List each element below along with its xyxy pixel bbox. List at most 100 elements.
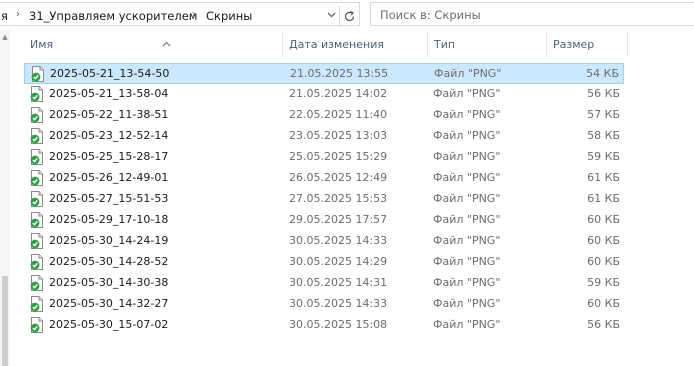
file-row[interactable]: 2025-05-26_12-49-01 26.05.2025 12:49 Файл … [24, 168, 624, 189]
file-row[interactable]: 2025-05-25_15-28-17 25.05.2025 15:29 Файл … [24, 147, 624, 168]
file-row[interactable]: 2025-05-21_13-58-04 21.05.2025 14:02 Файл … [24, 84, 624, 105]
file-date-modified: 30.05.2025 14:33 [289, 297, 388, 310]
png-file-icon [30, 275, 44, 291]
column-header-name-label: Имя [30, 38, 54, 51]
file-size: 59 КБ [587, 276, 620, 289]
file-date-modified: 30.05.2025 15:08 [289, 318, 388, 331]
file-type: Файл "PNG" [433, 297, 501, 310]
file-name: 2025-05-22_11-38-51 [49, 108, 169, 121]
column-divider[interactable] [627, 33, 628, 57]
file-date-modified: 30.05.2025 14:31 [289, 276, 388, 289]
sort-ascending-icon [162, 29, 171, 59]
column-header-type-label: Тип [434, 38, 456, 51]
png-file-icon [30, 233, 44, 249]
file-size: 56 КБ [587, 87, 620, 100]
file-row[interactable]: 2025-05-23_12-52-14 23.05.2025 13:03 Файл … [24, 126, 624, 147]
file-type: Файл "PNG" [433, 108, 501, 121]
file-date-modified: 21.05.2025 13:55 [290, 67, 389, 80]
file-date-modified: 22.05.2025 11:40 [289, 108, 388, 121]
file-type: Файл "PNG" [433, 171, 501, 184]
file-date-modified: 25.05.2025 15:29 [289, 150, 388, 163]
png-file-icon [30, 212, 44, 228]
column-header-type[interactable]: Тип [428, 30, 546, 60]
file-type: Файл "PNG" [433, 255, 501, 268]
file-row[interactable]: 2025-05-29_17-10-18 29.05.2025 17:57 Файл … [24, 210, 624, 231]
file-name: 2025-05-21_13-58-04 [49, 87, 169, 100]
column-header-size[interactable]: Размер [547, 30, 627, 60]
file-type: Файл "PNG" [433, 150, 501, 163]
file-size: 60 КБ [587, 213, 620, 226]
file-type: Файл "PNG" [433, 276, 501, 289]
png-file-icon [30, 296, 44, 312]
file-row[interactable]: 2025-05-21_13-54-50 21.05.2025 13:55 Файл … [24, 63, 624, 84]
file-row[interactable]: 2025-05-30_14-24-19 30.05.2025 14:33 Файл … [24, 231, 624, 252]
png-file-icon [30, 170, 44, 186]
refresh-icon[interactable] [339, 6, 358, 27]
column-header-name[interactable]: Имя [24, 30, 282, 60]
file-type: Файл "PNG" [434, 67, 502, 80]
file-row[interactable]: 2025-05-22_11-38-51 22.05.2025 11:40 Файл … [24, 105, 624, 126]
file-date-modified: 30.05.2025 14:33 [289, 234, 388, 247]
file-type: Файл "PNG" [433, 192, 501, 205]
file-name: 2025-05-30_14-24-19 [49, 234, 169, 247]
file-name: 2025-05-25_15-28-17 [49, 150, 169, 163]
file-name: 2025-05-30_14-28-52 [49, 255, 169, 268]
png-file-icon [30, 317, 44, 333]
file-name: 2025-05-23_12-52-14 [49, 129, 169, 142]
address-bar: я › 31_Управляем ускорителем › Скрины По… [0, 0, 694, 30]
file-date-modified: 27.05.2025 15:53 [289, 192, 388, 205]
file-size: 56 КБ [587, 318, 620, 331]
file-type: Файл "PNG" [433, 234, 501, 247]
file-size: 54 КБ [586, 67, 619, 80]
file-size: 60 КБ [587, 255, 620, 268]
column-header-date-label: Дата изменения [289, 38, 384, 51]
file-name: 2025-05-30_15-07-02 [49, 318, 169, 331]
file-date-modified: 26.05.2025 12:49 [289, 171, 388, 184]
file-type: Файл "PNG" [433, 213, 501, 226]
column-header-row: Имя Дата изменения Тип Размер [10, 30, 694, 60]
file-row[interactable]: 2025-05-30_14-28-52 30.05.2025 14:29 Файл … [24, 252, 624, 273]
file-size: 57 КБ [587, 108, 620, 121]
file-row[interactable]: 2025-05-30_15-07-02 30.05.2025 15:08 Файл … [24, 315, 624, 336]
column-header-size-label: Размер [553, 38, 595, 51]
search-placeholder: Поиск в: Скрины [380, 8, 481, 22]
breadcrumb-folder[interactable]: 31_Управляем ускорителем [29, 9, 197, 23]
breadcrumb-separator-icon[interactable]: › [16, 9, 20, 20]
chevron-down-icon[interactable] [324, 7, 338, 25]
breadcrumb-current[interactable]: Скрины [206, 9, 252, 23]
file-name: 2025-05-21_13-54-50 [50, 67, 170, 80]
address-box[interactable]: я › 31_Управляем ускорителем › Скрины [0, 2, 360, 27]
file-name: 2025-05-27_15-51-53 [49, 192, 169, 205]
file-date-modified: 23.05.2025 13:03 [289, 129, 388, 142]
breadcrumb-parent[interactable]: я [1, 9, 8, 23]
file-name: 2025-05-30_14-30-38 [49, 276, 169, 289]
file-name: 2025-05-26_12-49-01 [49, 171, 169, 184]
breadcrumb-separator-icon[interactable]: › [192, 9, 196, 20]
file-row[interactable]: 2025-05-27_15-51-53 27.05.2025 15:53 Файл … [24, 189, 624, 210]
scroll-up-icon[interactable]: ▲ [1, 33, 9, 41]
file-type: Файл "PNG" [433, 129, 501, 142]
file-row[interactable]: 2025-05-30_14-32-27 30.05.2025 14:33 Файл … [24, 294, 624, 315]
file-name: 2025-05-29_17-10-18 [49, 213, 169, 226]
file-date-modified: 21.05.2025 14:02 [289, 87, 388, 100]
scrollbar-thumb[interactable] [2, 276, 8, 366]
file-size: 58 КБ [587, 129, 620, 142]
file-name: 2025-05-30_14-32-27 [49, 297, 169, 310]
png-file-icon [30, 107, 44, 123]
file-type: Файл "PNG" [433, 318, 501, 331]
png-file-icon [30, 149, 44, 165]
file-row[interactable]: 2025-05-30_14-30-38 30.05.2025 14:31 Файл … [24, 273, 624, 294]
file-date-modified: 30.05.2025 14:29 [289, 255, 388, 268]
png-file-icon [30, 191, 44, 207]
file-size: 61 КБ [587, 171, 620, 184]
file-type: Файл "PNG" [433, 87, 501, 100]
file-size: 59 КБ [587, 150, 620, 163]
png-file-icon [30, 254, 44, 270]
search-input[interactable]: Поиск в: Скрины [370, 2, 694, 26]
navigation-pane-scrollbar[interactable]: ▲ [0, 30, 10, 366]
column-header-date[interactable]: Дата изменения [283, 30, 427, 60]
file-size: 60 КБ [587, 297, 620, 310]
file-size: 60 КБ [587, 234, 620, 247]
file-size: 61 КБ [587, 192, 620, 205]
png-file-icon [30, 86, 44, 102]
